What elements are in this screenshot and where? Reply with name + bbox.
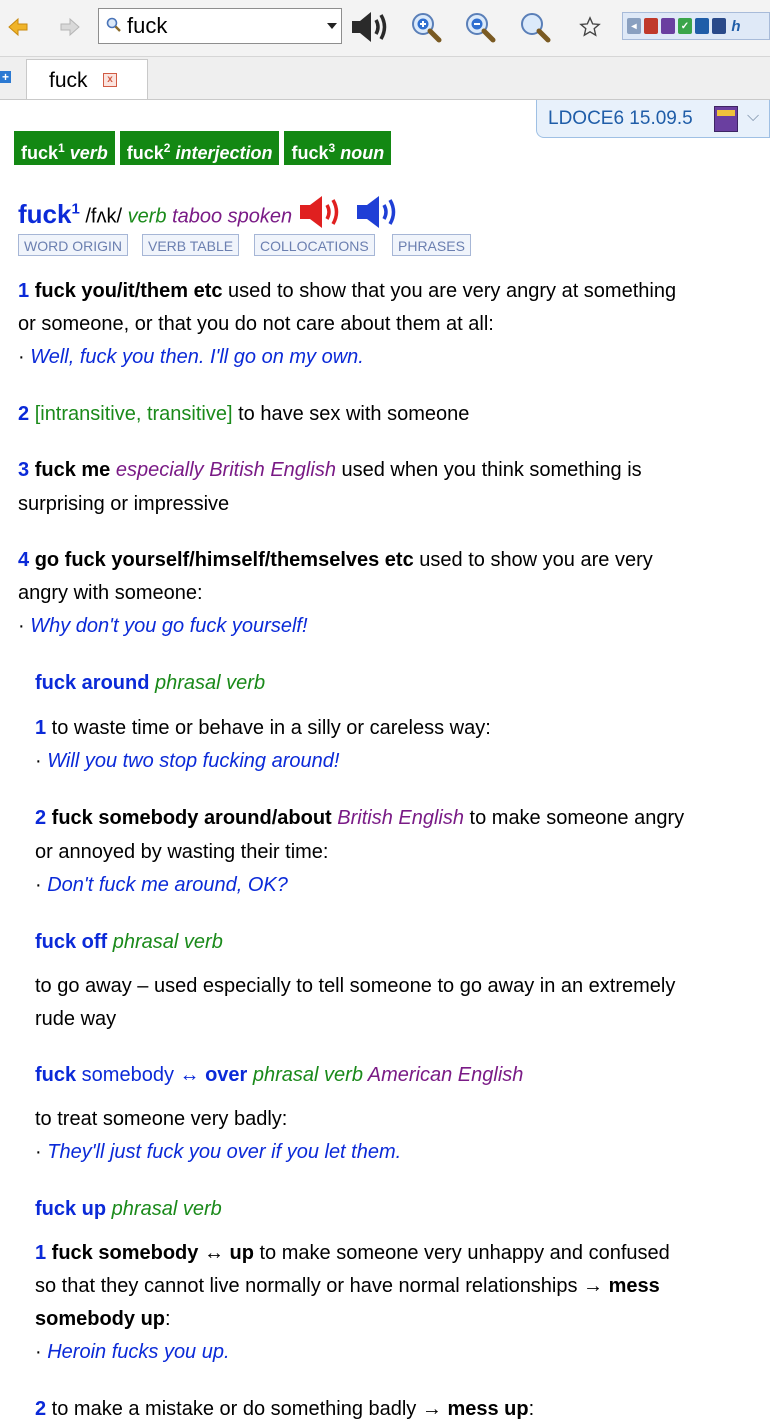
forward-button[interactable] [52,8,88,46]
zoom-out-button[interactable] [462,8,498,46]
phrasal-sense: 1 to waste time or behave in a silly or … [35,717,491,739]
speaker-small-icon[interactable]: ◂ [627,18,641,34]
sense-1-cont: or someone, or that you do not care abou… [18,313,494,335]
dictionary-selector[interactable]: LDOCE6 15.09.5 ⌵ [536,100,770,138]
tab-label: fuck [49,69,88,92]
phrasal-verb-heading: fuck up phrasal verb [35,1198,222,1220]
arrow-left-icon [8,17,28,37]
book-icon[interactable] [644,18,658,34]
register-label: taboo spoken [172,205,293,228]
search-combobox[interactable] [98,8,342,44]
speaker-icon [352,12,387,42]
calendar-icon[interactable] [712,18,726,34]
favorite-button[interactable] [572,8,608,46]
phrasal-sense-cont: somebody up: [35,1308,171,1330]
headword-tab-interjection[interactable]: fuck2 interjection [119,131,280,165]
dictionary-name: LDOCE6 15.09.5 [548,108,693,129]
sense-3: 3 fuck me especially British English use… [18,459,642,481]
example: · Will you two stop fucking around! [35,750,340,772]
dictionary-icon[interactable] [695,18,709,34]
example: · Well, fuck you then. I'll go on my own… [18,346,364,368]
ldoce-icon[interactable] [661,18,675,34]
sense-1: 1 fuck you/it/them etc used to show that… [18,280,677,302]
zoom-out-icon [466,13,496,43]
headword-tab-noun[interactable]: fuck3 noun [284,131,392,165]
part-of-speech: verb [127,205,167,228]
star-icon [579,16,601,37]
verb-table-button[interactable]: VERB TABLE [142,234,240,256]
tab-fuck[interactable]: fuck x [26,59,148,99]
phrasal-definition: to treat someone very badly: [35,1108,288,1130]
zoom-in-button[interactable] [408,8,444,46]
check-icon[interactable]: ✓ [678,18,692,34]
word-origin-button[interactable]: WORD ORIGIN [18,234,128,256]
sense-2: 2 [intransitive, transitive] to have sex… [18,403,470,425]
arrow-right-icon [60,17,80,37]
example: · Heroin fucks you up. [35,1341,230,1363]
headword: fuck1 [18,198,80,229]
phrasal-sense: 1 fuck somebody ↔ up to make someone ver… [35,1242,670,1264]
sense-4: 4 go fuck yourself/himself/themselves et… [18,549,653,571]
phrasal-verb-heading: fuck somebody ↔ over phrasal verb Americ… [35,1064,524,1086]
phrasal-sense-cont: or annoyed by wasting their time: [35,841,329,863]
phrasal-verb-heading: fuck around phrasal verb [35,672,266,694]
close-icon[interactable]: x [103,73,117,87]
toolbar: ◂ ✓ h [0,0,770,57]
chevron-down-icon[interactable] [327,23,337,29]
pronunciation: /fʌk/ [85,205,123,228]
zoom-reset-button[interactable] [517,8,553,46]
example: · They'll just fuck you over if you let … [35,1141,402,1163]
phrasal-definition-cont: rude way [35,1008,117,1030]
tab-bar: + fuck x [0,57,770,100]
ldoce-cover-icon [714,106,738,132]
history-icon[interactable]: h [729,18,743,35]
sense-4-cont: angry with someone: [18,582,203,604]
example: · Don't fuck me around, OK? [35,874,288,896]
speaker-red-icon [299,195,338,228]
phrasal-verb-heading: fuck off phrasal verb [35,931,223,953]
search-input[interactable] [127,13,317,39]
collocations-button[interactable]: COLLOCATIONS [254,234,375,256]
pronounce-button[interactable] [348,8,396,46]
dictionary-bar: ◂ ✓ h [622,12,770,40]
headword-tab-verb[interactable]: fuck1 verb [14,131,115,165]
phrases-button[interactable]: PHRASES [392,234,471,256]
back-button[interactable] [0,8,36,46]
chevron-down-icon[interactable]: ⌵ [747,108,759,126]
phrasal-sense-cont: so that they cannot live normally or hav… [35,1275,660,1297]
sense-3-cont: surprising or impressive [18,493,230,515]
phrasal-definition: to go away – used especially to tell som… [35,975,676,997]
example: · Why don't you go fuck yourself! [18,615,308,637]
zoom-in-icon [412,13,442,43]
headword-tabs: fuck1 verb fuck2 interjection fuck3 noun [14,131,392,165]
magnifier-icon [521,13,551,43]
speaker-blue-icon [357,195,396,228]
phrasal-sense: 2 fuck somebody around/about British Eng… [35,807,685,829]
phrasal-sense: 2 to make a mistake or do something badl… [35,1398,535,1420]
plus-icon[interactable]: + [0,71,11,83]
search-icon [106,17,121,32]
